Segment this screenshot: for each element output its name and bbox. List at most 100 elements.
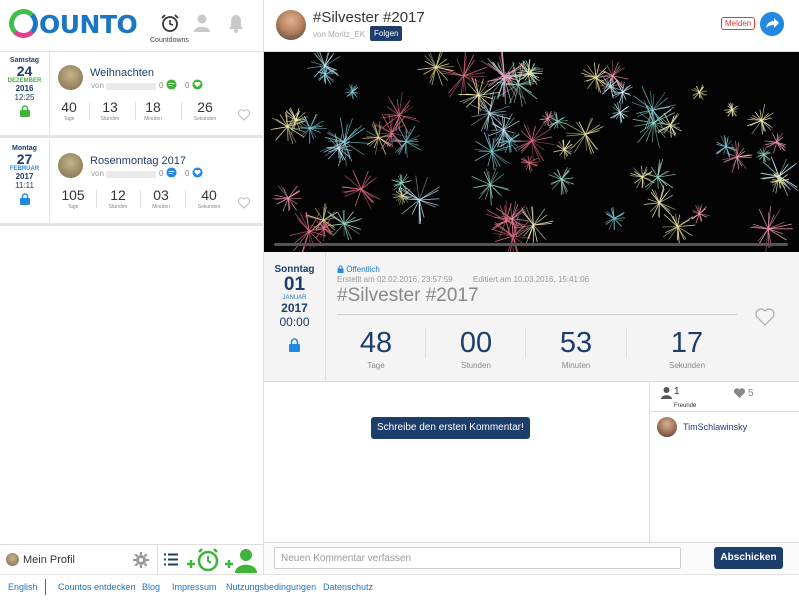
comment-input[interactable] [274, 547, 681, 569]
alarm-clock-icon[interactable] [160, 13, 180, 33]
my-profile-link[interactable]: Mein Profil [23, 554, 75, 566]
friend-name[interactable]: TimSchlawinsky [683, 422, 747, 432]
edited-date: Editiert am 10.03.2016, 15:41:06 [473, 275, 590, 284]
days-value: 48 Tage [336, 327, 416, 370]
lock-small-icon [337, 265, 344, 273]
author-prefix: von [91, 169, 104, 178]
seconds-number: 17 [670, 327, 704, 359]
hours-number: 12 [110, 187, 126, 203]
heart-icon[interactable] [733, 387, 746, 399]
detail-header: #Silvester #2017 von Moritz_EK Folgen Me… [264, 0, 799, 52]
seconds-number: 26 [197, 99, 213, 115]
avatar [58, 153, 83, 178]
minutes-label: Minuten [152, 204, 170, 210]
avatar [6, 553, 19, 566]
comment-icon [166, 167, 177, 178]
countdown-date: Montag 27 FEBRUAR 2017 11:11 [0, 140, 50, 223]
share-icon[interactable] [760, 12, 784, 36]
divider [185, 190, 186, 208]
countdown-title[interactable]: Weihnachten [90, 67, 154, 79]
add-friend-icon[interactable] [224, 547, 258, 573]
time: 11:11 [15, 181, 34, 190]
countdown-item[interactable]: Samstag 24 DEZEMBER 2016 12:25 Weihnacht… [0, 52, 264, 138]
divider [140, 190, 141, 208]
countdown-title[interactable]: Rosenmontag 2017 [90, 155, 186, 167]
user-icon[interactable] [192, 13, 212, 33]
time: 00:00 [279, 315, 310, 329]
likes-count[interactable]: 5 [748, 388, 754, 399]
follow-button[interactable]: Folgen [370, 26, 403, 41]
minutes-number: 03 [153, 187, 169, 203]
fireworks-graphic [270, 52, 799, 252]
logo-mark [9, 9, 38, 38]
minutes-value: 03 Minuten [144, 187, 178, 210]
friends-tabs: 1 Freunde 5 [650, 382, 799, 412]
hours-label: Stunden [461, 361, 491, 370]
logo[interactable]: OUNTO [9, 9, 138, 39]
write-first-comment-button[interactable]: Schreibe den ersten Kommentar! [371, 417, 530, 439]
hours-number: 13 [102, 99, 118, 115]
list-icon[interactable] [164, 553, 178, 566]
friends-count[interactable]: 1 [674, 386, 680, 397]
footer-link-imprint[interactable]: Impressum [172, 582, 217, 592]
author-link[interactable]: Moritz_EK [328, 30, 365, 39]
minutes-number: 18 [145, 99, 161, 115]
day: 24 [16, 63, 33, 79]
time: 12:25 [14, 93, 35, 102]
like-count: 0 [185, 169, 190, 178]
author-line: von Moritz_EK [313, 30, 365, 39]
send-button[interactable]: Abschicken [714, 547, 783, 569]
footer-link-discover[interactable]: Countos entdecken [58, 582, 136, 592]
author-name-hidden [106, 83, 156, 90]
report-button[interactable]: Melden [721, 17, 756, 30]
logo-text: OUNTO [39, 10, 138, 39]
countdown-item[interactable]: Montag 27 FEBRUAR 2017 11:11 Rosenmontag… [0, 140, 264, 226]
like-count: 0 [185, 81, 190, 90]
divider [525, 328, 526, 358]
gear-icon[interactable] [133, 552, 149, 568]
heart-icon[interactable] [237, 108, 251, 122]
hours-label: Stunden [100, 116, 120, 122]
created-date: Erstellt am 02.02.2016, 23:57:59 [337, 275, 453, 284]
seconds-number: 40 [201, 187, 217, 203]
fireworks-image [264, 52, 799, 252]
comment-composer: Abschicken [264, 542, 799, 574]
app-root: OUNTO Countdowns Samstag 24 DEZEMBER 201… [0, 0, 799, 600]
footer-link-blog[interactable]: Blog [142, 582, 160, 592]
hours-number: 00 [459, 327, 493, 359]
avatar [58, 65, 83, 90]
seconds-value: 17 Sekunden [647, 327, 727, 370]
countdown-detail-panel: #Silvester #2017 von Moritz_EK Folgen Me… [264, 0, 799, 574]
left-bottom-bar: Mein Profil [0, 544, 264, 575]
countdown-title: #Silvester #2017 [337, 285, 479, 306]
image-scrollbar[interactable] [274, 243, 788, 246]
heart-icon[interactable] [237, 196, 251, 210]
heart-badge-icon [192, 167, 203, 178]
heart-icon[interactable] [754, 306, 776, 328]
author-avatar[interactable] [276, 10, 306, 40]
comment-count: 0 [159, 169, 164, 178]
avatar[interactable] [657, 417, 677, 437]
bell-icon[interactable] [226, 13, 246, 33]
countdowns-tab-label[interactable]: Countdowns [150, 37, 189, 44]
days-label: Tage [367, 361, 385, 370]
countdown-date: Samstag 24 DEZEMBER 2016 12:25 [0, 52, 50, 135]
comment-icon [166, 79, 177, 90]
minutes-label: Minuten [144, 116, 162, 122]
footer-link-privacy[interactable]: Datenschutz [323, 582, 373, 592]
top-bar: OUNTO Countdowns [0, 0, 263, 52]
lock-icon [289, 338, 300, 352]
add-countdown-icon[interactable] [186, 547, 220, 573]
target-date: Sonntag 01 JANUAR 2017 00:00 [264, 252, 326, 382]
seconds-value: 26 Sekunden [188, 99, 222, 122]
year: 2017 [15, 172, 34, 181]
user-icon[interactable] [660, 386, 673, 399]
comment-count: 0 [159, 81, 164, 90]
footer-link-english[interactable]: English [8, 582, 38, 592]
friends-tab-label[interactable]: Freunde [674, 403, 696, 409]
footer-link-terms[interactable]: Nutzungsbedingungen [226, 582, 316, 592]
author-prefix: von [91, 81, 104, 90]
countdown-list-panel: OUNTO Countdowns Samstag 24 DEZEMBER 201… [0, 0, 264, 575]
hours-label: Stunden [108, 204, 128, 210]
lock-icon [19, 105, 30, 117]
